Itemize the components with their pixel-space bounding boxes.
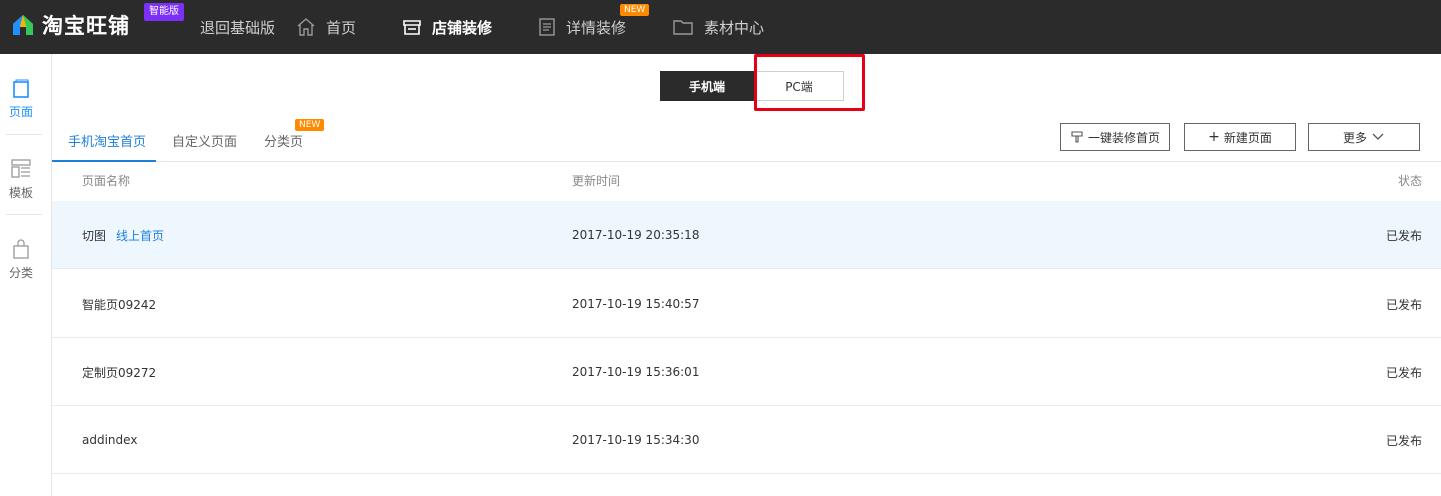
new-page-label: 新建页面 xyxy=(1223,130,1272,145)
chevron-down-icon xyxy=(1372,133,1384,140)
template-icon xyxy=(11,158,31,178)
sidebar-item-category-label: 分类 xyxy=(8,265,33,280)
sidebar-item-template-label: 模板 xyxy=(8,185,33,200)
nav-shop-decor-label: 店铺装修 xyxy=(432,18,493,37)
shop-icon xyxy=(403,20,421,35)
edition-badge: 智能版 xyxy=(144,3,184,21)
category-new-badge: NEW xyxy=(295,119,325,131)
sidebar-divider xyxy=(6,134,42,135)
status-text: 已发布 xyxy=(1386,365,1423,380)
page-icon xyxy=(13,79,29,98)
nav-material-center-label: 素材中心 xyxy=(704,18,765,37)
nav-back-basic[interactable]: 退回基础版 xyxy=(200,0,275,54)
bag-icon xyxy=(13,238,29,259)
nav-shop-decor[interactable]: 店铺装修 xyxy=(402,0,492,54)
table-row[interactable]: 切图 线上首页 2017-10-19 20:35:18 已发布 xyxy=(52,201,1441,269)
updated-time: 2017-10-19 15:34:30 xyxy=(572,433,700,447)
status-text: 已发布 xyxy=(1386,228,1423,243)
page-name: 智能页09242 xyxy=(82,297,157,312)
brand-logo[interactable]: 淘宝旺铺 xyxy=(12,10,130,40)
column-header-name: 页面名称 xyxy=(82,174,131,188)
more-label: 更多 xyxy=(1342,130,1367,145)
updated-time: 2017-10-19 15:40:57 xyxy=(572,297,700,311)
nav-home[interactable]: 首页 xyxy=(296,0,356,54)
document-icon xyxy=(539,18,555,36)
tab-mobile-homepage[interactable]: 手机淘宝首页 xyxy=(68,118,146,162)
top-navigation-bar: 淘宝旺铺 智能版 退回基础版 首页 店铺装修 详情装修 NEW 素材中心 xyxy=(0,0,1441,54)
table-row[interactable]: addindex 2017-10-19 15:34:30 已发布 xyxy=(52,406,1441,474)
new-page-button[interactable]: + 新建页面 xyxy=(1184,123,1296,151)
home-icon xyxy=(297,18,315,36)
page-name: 定制页09272 xyxy=(82,365,157,380)
updated-time: 2017-10-19 15:36:01 xyxy=(572,365,700,379)
plus-icon: + xyxy=(1208,129,1220,145)
status-text: 已发布 xyxy=(1386,433,1423,448)
column-header-status: 状态 xyxy=(1398,174,1423,188)
house-logo-icon xyxy=(13,15,33,35)
sidebar-divider xyxy=(6,214,42,215)
nav-material-center[interactable]: 素材中心 xyxy=(672,0,764,54)
tab-custom-pages-label: 自定义页面 xyxy=(172,134,238,150)
updated-time: 2017-10-19 20:35:18 xyxy=(572,228,700,242)
folder-icon xyxy=(673,20,693,35)
tab-mobile-homepage-label: 手机淘宝首页 xyxy=(68,134,147,150)
sidebar-item-page[interactable]: 页面 xyxy=(0,64,42,134)
active-tab-underline xyxy=(52,160,156,162)
tab-custom-pages[interactable]: 自定义页面 xyxy=(172,118,237,162)
one-click-decorate-button[interactable]: 一键装修首页 xyxy=(1060,123,1170,151)
table-row[interactable]: 智能页09242 2017-10-19 15:40:57 已发布 xyxy=(52,270,1441,338)
sidebar-item-page-label: 页面 xyxy=(8,104,33,119)
page-name: 切图 xyxy=(82,228,107,243)
online-homepage-link[interactable]: 线上首页 xyxy=(116,227,164,244)
page-name-cell: 切图 线上首页 xyxy=(82,201,164,269)
nav-detail-decor-label: 详情装修 xyxy=(566,18,627,37)
sidebar-item-template[interactable]: 模板 xyxy=(0,144,42,214)
one-click-decorate-label: 一键装修首页 xyxy=(1087,130,1160,145)
more-button[interactable]: 更多 xyxy=(1308,123,1420,151)
sidebar-item-category[interactable]: 分类 xyxy=(0,224,42,294)
nav-back-basic-label: 退回基础版 xyxy=(200,18,276,37)
page-name: addindex xyxy=(82,433,138,447)
nav-detail-decor[interactable]: 详情装修 xyxy=(538,0,626,54)
table-row[interactable]: 定制页09272 2017-10-19 15:36:01 已发布 xyxy=(52,338,1441,406)
status-text: 已发布 xyxy=(1386,297,1423,312)
nav-home-label: 首页 xyxy=(326,18,357,37)
mobile-switch-button[interactable]: 手机端 xyxy=(660,71,754,101)
column-header-updated: 更新时间 xyxy=(572,174,621,188)
detail-new-badge: NEW xyxy=(620,4,650,16)
annotation-highlight-box xyxy=(754,54,865,111)
brush-icon xyxy=(1071,131,1083,143)
brand-name: 淘宝旺铺 xyxy=(42,14,130,38)
left-sidebar: 页面 模板 分类 xyxy=(0,54,52,496)
tab-category-page-label: 分类页 xyxy=(264,134,304,150)
